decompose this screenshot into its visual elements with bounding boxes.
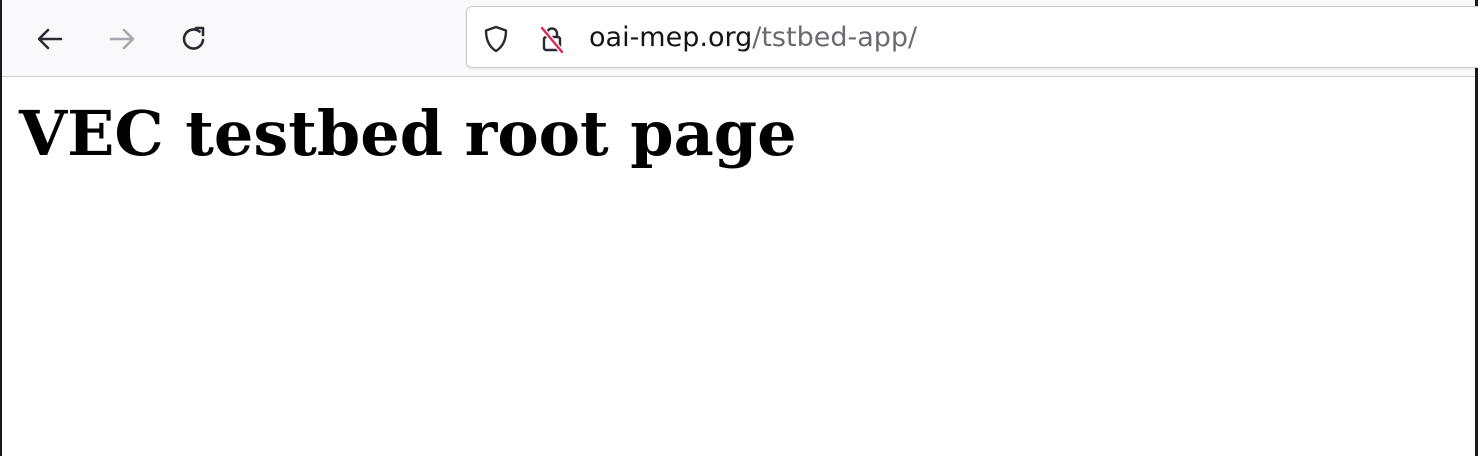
reload-icon: [182, 26, 205, 50]
url-host: oai-mep.org: [589, 22, 753, 53]
arrow-right-icon: [109, 28, 135, 50]
url-path: /tstbed-app/: [752, 22, 918, 53]
insecure-lock-icon[interactable]: [537, 24, 567, 54]
page-title: VEC testbed root page: [19, 97, 797, 170]
browser-toolbar: oai-mep.org/tstbed-app/: [2, 0, 1478, 77]
page-content: VEC testbed root page: [2, 78, 1475, 456]
address-bar[interactable]: oai-mep.org/tstbed-app/: [466, 6, 1478, 68]
arrow-left-icon: [37, 28, 63, 50]
shield-icon[interactable]: [481, 24, 511, 54]
reload-button[interactable]: [174, 19, 214, 59]
forward-button[interactable]: [102, 19, 142, 59]
url-text[interactable]: oai-mep.org/tstbed-app/: [589, 20, 917, 56]
browser-window: oai-mep.org/tstbed-app/ VEC testbed root…: [0, 0, 1478, 456]
back-button[interactable]: [30, 19, 70, 59]
